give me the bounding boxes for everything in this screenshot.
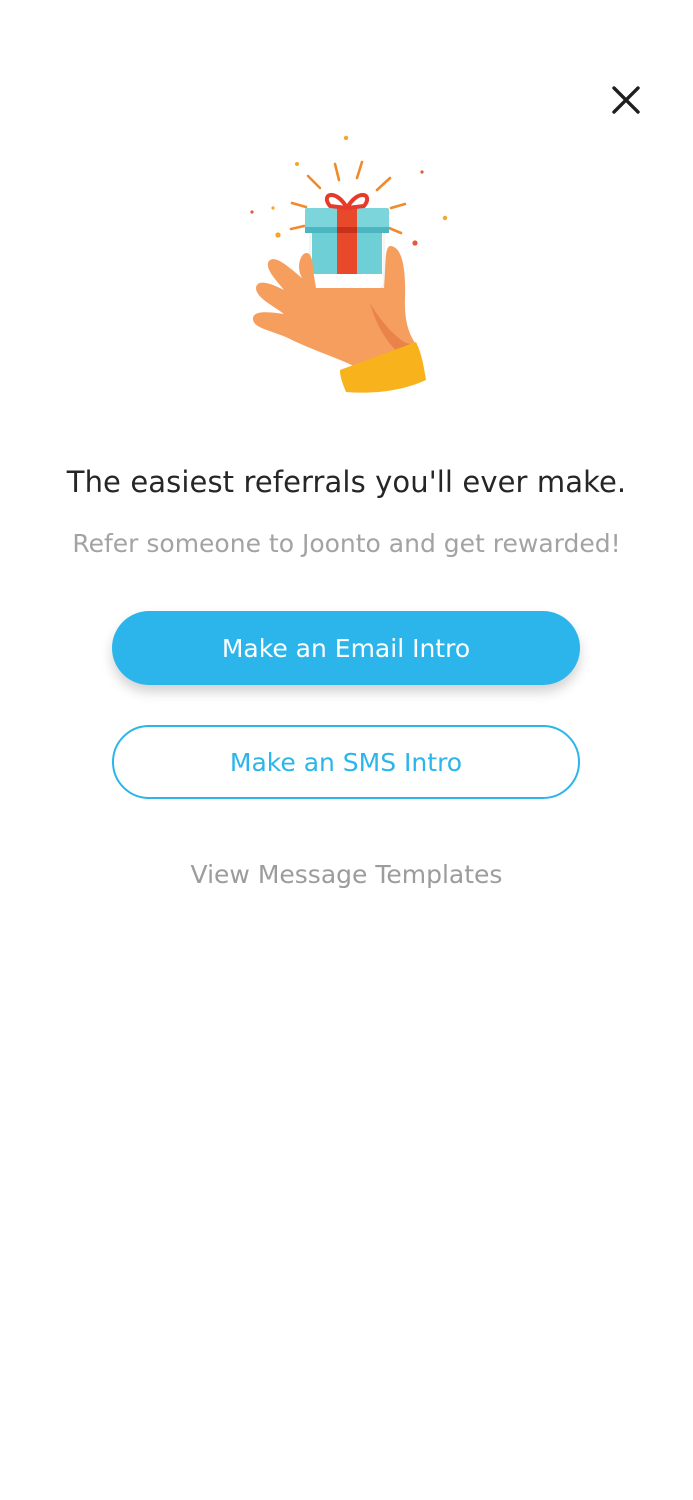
view-templates-link[interactable]: View Message Templates	[0, 856, 693, 894]
email-intro-button[interactable]: Make an Email Intro	[112, 611, 580, 685]
hand-holding-gift-illustration	[240, 128, 455, 396]
sms-intro-button[interactable]: Make an SMS Intro	[112, 725, 580, 799]
close-icon	[612, 86, 640, 114]
hand-holding-gift-icon	[250, 135, 448, 393]
close-button[interactable]	[604, 78, 648, 122]
page-subline: Refer someone to Joonto and get rewarded…	[72, 529, 621, 558]
page-headline: The easiest referrals you'll ever make.	[66, 465, 627, 499]
